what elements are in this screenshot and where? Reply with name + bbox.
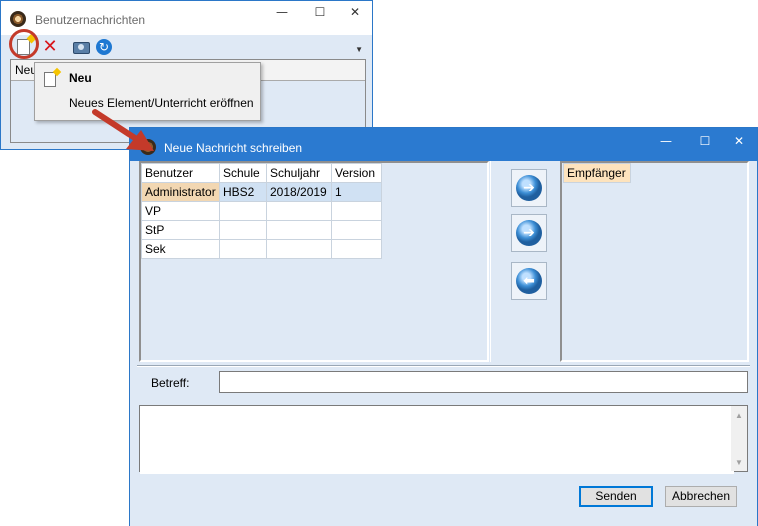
divider	[137, 365, 750, 367]
table-row[interactable]: Administrator HBS2 2018/2019 1	[141, 182, 382, 202]
cell-version	[331, 220, 382, 240]
subject-input[interactable]	[219, 371, 748, 393]
cell-school: HBS2	[219, 182, 267, 202]
scroll-down-icon[interactable]: ▼	[735, 458, 743, 467]
cancel-button[interactable]: Abbrechen	[665, 486, 737, 507]
cell-schoolyear: 2018/2019	[266, 182, 332, 202]
cell-user: StP	[141, 220, 220, 240]
message-body[interactable]: ▲ ▼	[139, 405, 748, 474]
users-table: Benutzer Schule Schuljahr Version Admini…	[141, 163, 382, 259]
table-row[interactable]: Sek	[141, 239, 382, 259]
toolbar-overflow-icon[interactable]: ▼	[355, 45, 363, 54]
cell-school	[219, 220, 267, 240]
vertical-scrollbar[interactable]: ▲ ▼	[731, 406, 747, 471]
cell-schoolyear	[266, 220, 332, 240]
table-row[interactable]: StP	[141, 220, 382, 240]
cell-user: Administrator	[141, 182, 220, 202]
add-all-recipients-button[interactable]: ➔	[511, 214, 547, 252]
minimize-button[interactable]: —	[267, 1, 297, 23]
popup-title: Neu	[69, 71, 92, 85]
refresh-icon[interactable]: ↻	[95, 38, 113, 56]
message-textarea[interactable]	[140, 406, 734, 474]
app-icon	[10, 11, 26, 27]
close-button[interactable]: ✕	[340, 1, 370, 23]
maximize-button[interactable]: ☐	[305, 1, 335, 23]
transfer-buttons-column: ➔ ➔ ⬅	[490, 161, 547, 362]
cell-version: 1	[331, 182, 382, 202]
window-title: Neue Nachricht schreiben	[164, 141, 303, 155]
scroll-up-icon[interactable]: ▲	[735, 411, 743, 420]
users-panel: Benutzer Schule Schuljahr Version Admini…	[139, 161, 489, 362]
cell-version	[331, 239, 382, 259]
cell-school	[219, 239, 267, 259]
cell-user: VP	[141, 201, 220, 221]
minimize-button[interactable]: —	[651, 130, 681, 152]
highlight-circle	[9, 29, 39, 59]
cell-school	[219, 201, 267, 221]
subject-label: Betreff:	[151, 376, 190, 390]
column-header-school[interactable]: Schule	[219, 163, 267, 183]
column-header-version[interactable]: Version	[331, 163, 382, 183]
window-title: Benutzernachrichten	[35, 13, 146, 27]
annotation-arrow-icon	[92, 109, 154, 151]
new-message-window: Neue Nachricht schreiben — ☐ ✕ Benutzer …	[129, 127, 758, 526]
close-button[interactable]: ✕	[724, 130, 754, 152]
recipients-panel[interactable]: Empfänger	[560, 161, 749, 362]
cell-version	[331, 201, 382, 221]
add-recipient-button[interactable]: ➔	[511, 169, 547, 207]
cell-user: Sek	[141, 239, 220, 259]
title-bar[interactable]: Benutzernachrichten — ☐ ✕	[1, 1, 372, 35]
cell-schoolyear	[266, 239, 332, 259]
title-bar[interactable]: Neue Nachricht schreiben — ☐ ✕	[130, 128, 757, 161]
toolbar: ✕ ↻	[1, 35, 372, 59]
recipients-header[interactable]: Empfänger	[563, 163, 631, 183]
maximize-button[interactable]: ☐	[690, 130, 720, 152]
new-document-icon	[44, 72, 56, 87]
camera-icon[interactable]	[72, 38, 90, 56]
send-button[interactable]: Senden	[579, 486, 653, 507]
delete-icon[interactable]: ✕	[41, 38, 59, 56]
column-header-schoolyear[interactable]: Schuljahr	[266, 163, 332, 183]
table-header-row: Benutzer Schule Schuljahr Version	[141, 163, 382, 183]
table-row[interactable]: VP	[141, 201, 382, 221]
column-header-user[interactable]: Benutzer	[141, 163, 220, 183]
remove-recipient-button[interactable]: ⬅	[511, 262, 547, 300]
cell-schoolyear	[266, 201, 332, 221]
